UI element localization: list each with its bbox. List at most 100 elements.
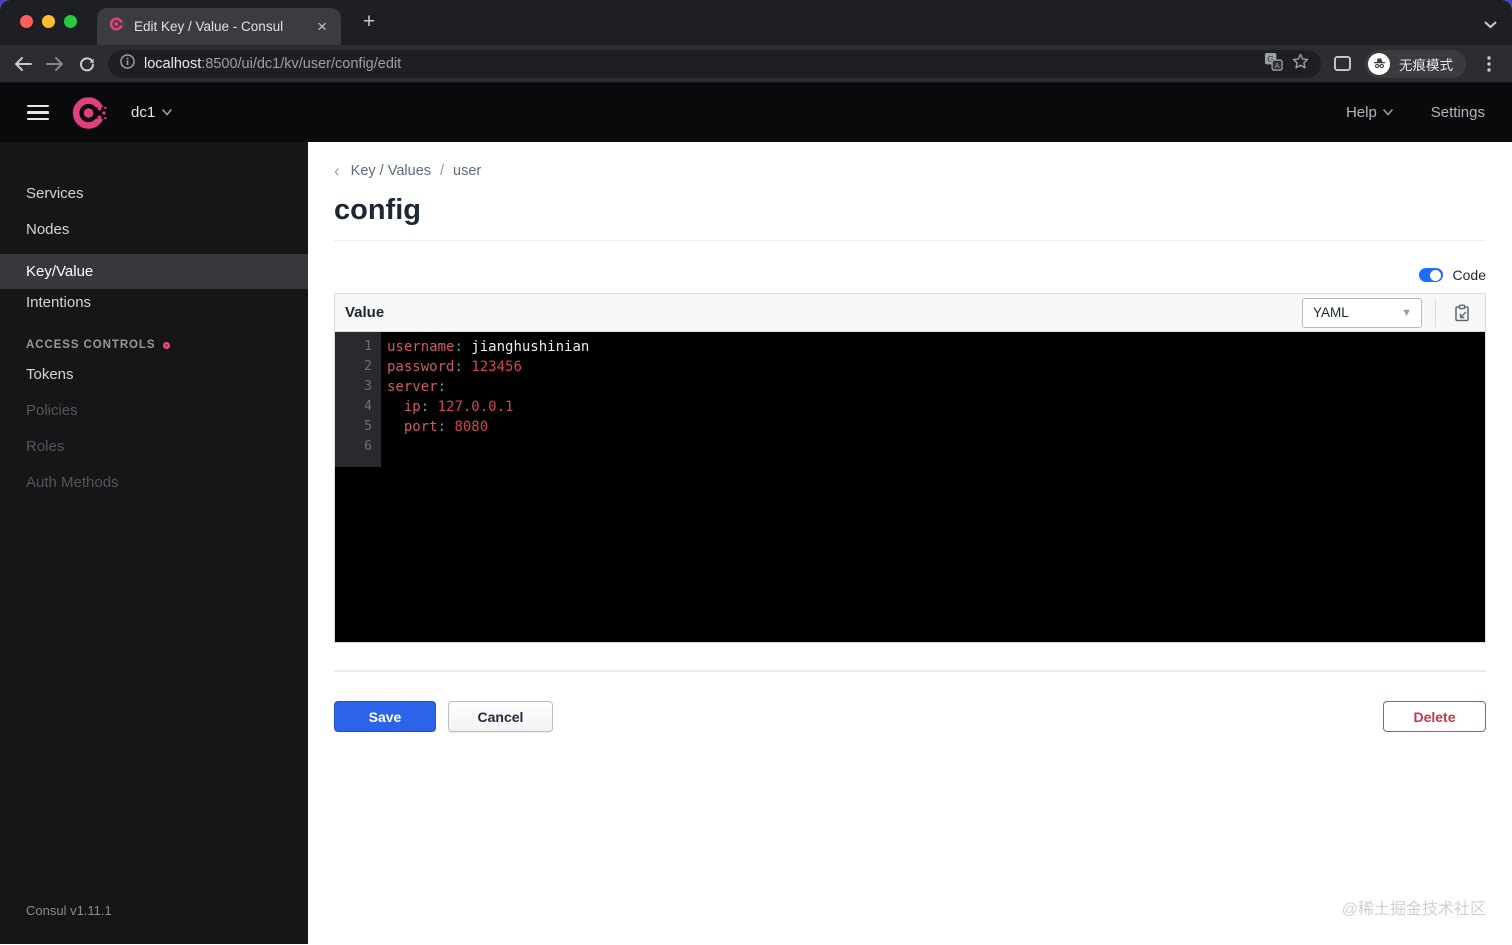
code-toggle-label: Code — [1452, 267, 1486, 283]
consul-top-nav: dc1 Help Settings — [0, 83, 1512, 142]
settings-label: Settings — [1430, 104, 1485, 121]
sidebar: Services Nodes Key/Value Intentions ACCE… — [0, 142, 308, 944]
code-toggle-row: Code — [334, 267, 1486, 283]
url-host: localhost — [144, 55, 202, 72]
select-chevron-icon: ▼ — [1401, 306, 1412, 319]
bookmark-star-icon[interactable] — [1292, 53, 1309, 75]
sidebar-item-key-value[interactable]: Key/Value — [0, 254, 308, 289]
cancel-button[interactable]: Cancel — [448, 701, 553, 732]
tab-search-icon[interactable] — [1484, 16, 1497, 34]
tab-title: Edit Key / Value - Consul — [134, 19, 284, 34]
code-token-num: 123456 — [462, 359, 522, 375]
delete-button[interactable]: Delete — [1383, 701, 1486, 732]
code-token-colon: : — [437, 419, 447, 435]
forward-icon[interactable] — [40, 49, 70, 79]
breadcrumb: ‹ Key / Values / user — [334, 162, 1486, 179]
access-controls-header: ACCESS CONTROLS — [26, 339, 171, 351]
code-editor[interactable]: 123456 username: jianghushinian password:… — [335, 332, 1485, 642]
datacenter-selector[interactable]: dc1 — [131, 104, 172, 121]
line-number: 2 — [364, 359, 372, 374]
translate-icon[interactable]: GA — [1264, 52, 1283, 76]
sidebar-item-nodes[interactable]: Nodes — [0, 212, 308, 248]
sidebar-item-auth-methods[interactable]: Auth Methods — [0, 468, 308, 498]
address-bar[interactable]: localhost:8500/ui/dc1/kv/user/config/edi… — [108, 49, 1321, 78]
site-info-icon[interactable] — [120, 53, 135, 74]
breadcrumb-key-values-link[interactable]: Key / Values — [351, 163, 431, 179]
browser-toolbar: localhost:8500/ui/dc1/kv/user/config/edi… — [0, 45, 1512, 83]
code-toggle[interactable] — [1418, 268, 1443, 282]
help-label: Help — [1345, 104, 1377, 121]
code-token-key: port — [403, 419, 438, 435]
url-text[interactable]: localhost:8500/ui/dc1/kv/user/config/edi… — [144, 56, 401, 72]
breadcrumb-separator: / — [440, 162, 445, 179]
close-window-button[interactable] — [20, 15, 33, 28]
code-token-colon: : — [420, 399, 430, 415]
line-number: 4 — [364, 399, 372, 414]
code-line[interactable]: server: — [387, 377, 589, 397]
format-selected-value: YAML — [1313, 305, 1349, 320]
sidebar-item-intentions[interactable]: Intentions — [0, 285, 308, 321]
value-panel-header: Value YAML ▼ — [335, 294, 1485, 332]
page-title: config — [334, 194, 1486, 241]
line-number: 6 — [364, 439, 372, 454]
code-line[interactable] — [387, 437, 589, 457]
menu-hamburger-icon[interactable] — [27, 104, 49, 121]
consul-version-label: Consul v1.11.1 — [26, 903, 112, 918]
acl-status-dot — [163, 341, 171, 349]
new-tab-button[interactable]: + — [356, 9, 382, 35]
consul-logo-icon[interactable] — [71, 94, 109, 132]
format-select[interactable]: YAML ▼ — [1302, 297, 1422, 328]
consul-favicon-icon — [109, 16, 125, 37]
url-path: :8500/ui/dc1/kv/user/config/edit — [201, 55, 402, 72]
sidebar-item-tokens[interactable]: Tokens — [0, 360, 308, 390]
chevron-down-icon — [162, 109, 172, 116]
tab-strip: Edit Key / Value - Consul × + — [0, 0, 1512, 45]
reload-icon[interactable] — [72, 49, 102, 79]
header-divider — [1435, 298, 1436, 327]
sidebar-item-policies[interactable]: Policies — [0, 396, 308, 426]
section-divider — [334, 670, 1486, 672]
code-token-key: ip — [403, 399, 421, 415]
code-token-str: jianghushinian — [462, 339, 590, 355]
action-buttons: Save Cancel Delete — [334, 701, 1486, 732]
side-panel-icon[interactable] — [1327, 49, 1357, 79]
code-token-key: server — [387, 379, 438, 395]
settings-link[interactable]: Settings — [1431, 104, 1485, 121]
back-icon[interactable] — [8, 49, 38, 79]
value-label: Value — [345, 304, 385, 321]
access-controls-label: ACCESS CONTROLS — [26, 339, 156, 351]
code-line[interactable]: password: 123456 — [387, 357, 589, 377]
watermark: @稀土掘金技术社区 — [1341, 901, 1486, 918]
incognito-label: 无痕模式 — [1399, 57, 1453, 73]
editor-lines: username: jianghushinian password: 123456… — [381, 332, 589, 457]
breadcrumb-user-link[interactable]: user — [453, 163, 481, 179]
code-line[interactable]: username: jianghushinian — [387, 337, 589, 357]
code-token-num: 8080 — [446, 419, 489, 435]
sidebar-item-roles[interactable]: Roles — [0, 432, 308, 462]
editor-gutter: 1 2 3 4 5 6 — [335, 332, 381, 467]
line-number: 5 — [364, 419, 372, 434]
zoom-window-button[interactable] — [64, 15, 77, 28]
code-line[interactable]: port: 8080 — [387, 417, 589, 437]
minimize-window-button[interactable] — [42, 15, 55, 28]
code-token-colon: : — [454, 339, 463, 355]
help-menu[interactable]: Help — [1346, 104, 1393, 121]
code-token-key: username — [387, 339, 455, 355]
save-button[interactable]: Save — [334, 701, 436, 732]
code-line[interactable]: ip: 127.0.0.1 — [387, 397, 589, 417]
profile-badge[interactable]: 无痕模式 — [1365, 49, 1466, 78]
browser-menu-icon[interactable] — [1474, 49, 1504, 79]
clipboard-copy-icon[interactable] — [1449, 300, 1475, 326]
browser-tab[interactable]: Edit Key / Value - Consul × — [97, 8, 341, 45]
chevron-down-icon — [1382, 109, 1393, 116]
main-content: ‹ Key / Values / user config Code Value … — [308, 142, 1512, 944]
code-token-colon: : — [437, 379, 447, 395]
sidebar-item-services[interactable]: Services — [0, 176, 308, 212]
window-controls — [20, 15, 77, 28]
line-number: 1 — [364, 339, 372, 354]
breadcrumb-back-icon[interactable]: ‹ — [334, 162, 340, 179]
value-panel: Value YAML ▼ 123456 username: jianghushi… — [334, 293, 1486, 643]
close-tab-icon[interactable]: × — [315, 18, 329, 35]
